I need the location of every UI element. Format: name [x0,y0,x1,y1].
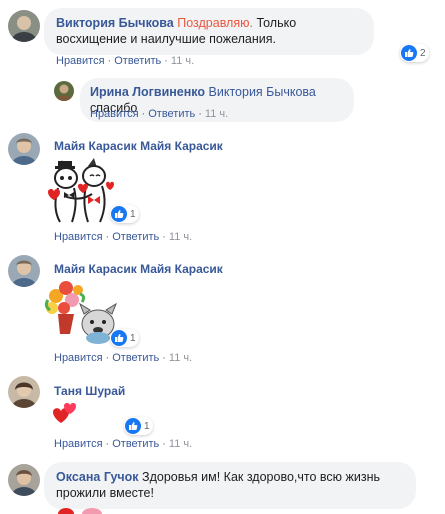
comment-bubble: Оксана Гучок Здоровья им! Как здорово,чт… [44,462,416,509]
cats-couple-sticker [48,158,114,223]
separator: · [107,55,112,67]
like-link[interactable]: Нравится [90,108,139,120]
like-icon [111,330,127,346]
comment-actions: Нравится · Ответить · 11 ч. [54,231,192,243]
comment-author[interactable]: Ирина Логвиненко [90,85,205,99]
avatar[interactable] [8,464,40,496]
reaction-number: 1 [130,332,136,344]
reaction-number: 1 [144,420,150,432]
like-icon [111,206,127,222]
separator: · [105,352,110,364]
reaction-count[interactable]: 2 [400,44,429,62]
reply-link[interactable]: Ответить [112,438,159,450]
mention-link[interactable]: Виктория Бычкова [209,85,316,99]
separator: · [198,108,202,120]
separator: · [105,438,110,450]
reply-link[interactable]: Ответить [112,352,159,364]
avatar[interactable] [8,376,40,408]
comment-author[interactable]: Таня Шурай [54,384,125,398]
separator: · [141,108,146,120]
timestamp[interactable]: 11 ч. [205,108,228,120]
separator: · [162,352,166,364]
reply-link[interactable]: Ответить [114,55,161,67]
reaction-count[interactable]: 1 [110,329,139,347]
reaction-count[interactable]: 1 [110,205,139,223]
like-icon [401,45,417,61]
comment-bubble: Виктория Бычкова Поздравляю. Только восх… [44,8,374,55]
comment-author[interactable]: Оксана Гучок [56,470,139,484]
highlighted-text: Поздравляю. [177,16,253,30]
timestamp[interactable]: 11 ч. [169,231,192,243]
like-icon [125,418,141,434]
comment-author[interactable]: Майя Карасик Майя Карасик [54,262,223,276]
separator: · [105,231,110,243]
separator: · [162,438,166,450]
timestamp[interactable]: 11 ч. [169,438,192,450]
avatar[interactable] [8,10,40,42]
timestamp[interactable]: 11 ч. [171,55,194,67]
avatar[interactable] [8,255,40,287]
like-link[interactable]: Нравится [56,55,105,67]
avatar[interactable] [54,81,74,101]
separator: · [162,231,166,243]
timestamp[interactable]: 11 ч. [169,352,192,364]
reaction-count[interactable]: 1 [124,417,153,435]
comment-actions: Нравится · Ответить · 11 ч. [54,438,192,450]
comment-author[interactable]: Майя Карасик Майя Карасик [54,139,223,153]
comment-actions: Нравится · Ответить · 11 ч. [56,55,194,67]
like-link[interactable]: Нравится [54,352,103,364]
bulldog-with-flowers-sticker [44,281,118,344]
reply-link[interactable]: Ответить [112,231,159,243]
like-link[interactable]: Нравится [54,231,103,243]
comment-actions: Нравится · Ответить · 11 ч. [54,352,192,364]
reaction-number: 1 [130,208,136,220]
two-hearts-sticker [53,403,76,423]
comment-author[interactable]: Виктория Бычкова [56,16,174,30]
reaction-number: 2 [420,47,426,59]
like-link[interactable]: Нравится [54,438,103,450]
avatar[interactable] [8,133,40,165]
comment-actions: Нравится · Ответить · 11 ч. [90,108,228,120]
partial-sticker [58,508,102,514]
separator: · [164,55,168,67]
reply-link[interactable]: Ответить [148,108,195,120]
